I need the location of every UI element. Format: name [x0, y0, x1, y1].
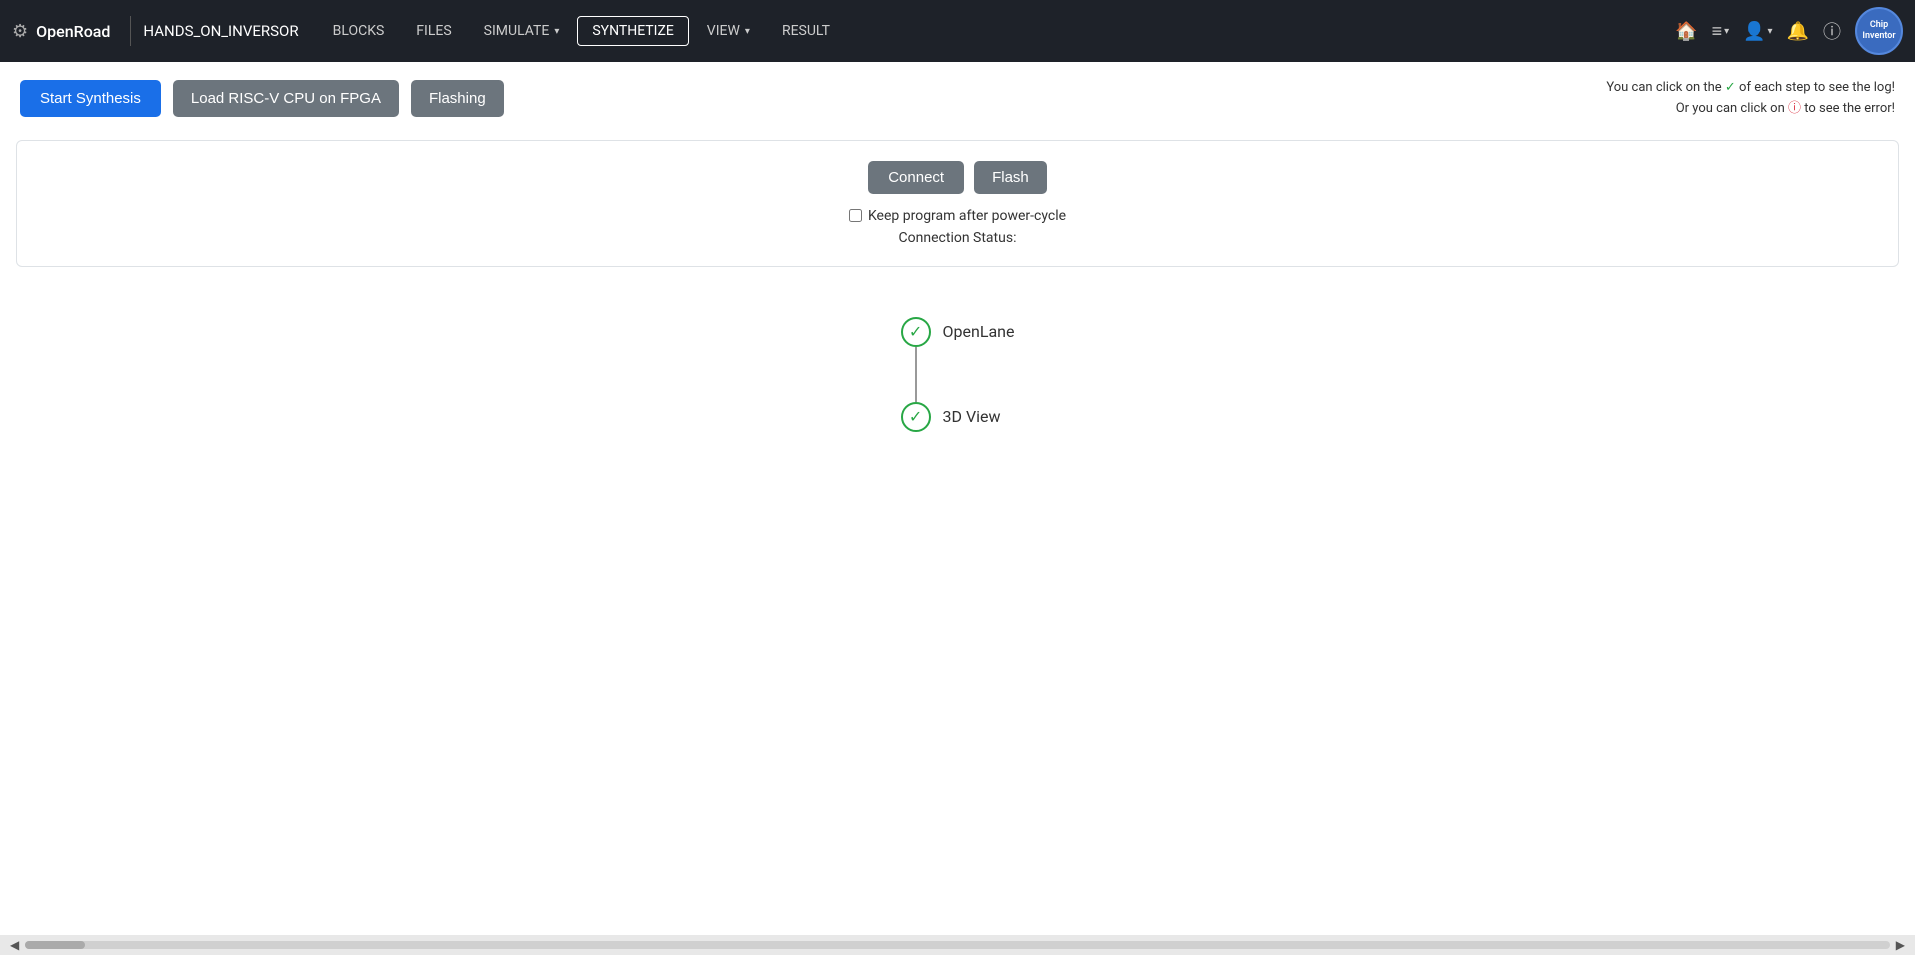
flash-options: Keep program after power-cycle Connectio… — [47, 208, 1868, 246]
hint-check-icon: ✓ — [1725, 80, 1736, 95]
menu-caret: ▾ — [1724, 26, 1729, 37]
scrollbar-thumb[interactable] — [25, 941, 85, 949]
project-name: HANDS_ON_INVERSOR — [143, 22, 298, 40]
nav-right: 🏠 ≡▾ 👤▾ 🔔 ⓘ Chip Inventor — [1675, 7, 1903, 55]
view-caret: ▾ — [745, 26, 750, 37]
user-caret: ▾ — [1768, 26, 1773, 37]
connection-status: Connection Status: — [899, 230, 1017, 246]
nav-view[interactable]: VIEW ▾ — [693, 17, 764, 45]
chip-inventor-logo[interactable]: Chip Inventor — [1855, 7, 1903, 55]
toolbar-hint: You can click on the ✓ of each step to s… — [1606, 78, 1895, 120]
flash-buttons: Connect Flash — [47, 161, 1868, 194]
scroll-left-arrow[interactable]: ◀ — [4, 936, 25, 954]
nav-blocks[interactable]: BLOCKS — [319, 17, 399, 45]
flashing-panel: Connect Flash Keep program after power-c… — [16, 140, 1899, 267]
step-3dview: ✓ 3D View — [901, 402, 1001, 432]
openlane-check-icon[interactable]: ✓ — [901, 317, 931, 347]
load-risc-button[interactable]: Load RISC-V CPU on FPGA — [173, 80, 399, 117]
bell-button[interactable]: 🔔 — [1787, 21, 1809, 42]
3dview-label: 3D View — [943, 407, 1001, 426]
flash-button[interactable]: Flash — [974, 161, 1047, 194]
flashing-button[interactable]: Flashing — [411, 80, 504, 117]
scrollbar-area: ◀ ▶ — [0, 935, 1915, 955]
brand-name: OpenRoad — [36, 22, 110, 41]
step-connector-1 — [915, 347, 917, 402]
simulate-caret: ▾ — [554, 26, 559, 37]
nav-files[interactable]: FILES — [402, 17, 465, 45]
nav-simulate[interactable]: SIMULATE ▾ — [470, 17, 574, 45]
menu-button[interactable]: ≡▾ — [1712, 21, 1730, 42]
hint-line2: Or you can click on ⓘ to see the error! — [1606, 99, 1895, 120]
openlane-label: OpenLane — [943, 322, 1015, 341]
pipeline-steps-wrapper: ✓ OpenLane ✓ 3D View — [901, 317, 1015, 432]
navbar: ⚙ OpenRoad HANDS_ON_INVERSOR BLOCKS FILE… — [0, 0, 1915, 62]
gear-icon[interactable]: ⚙ — [12, 21, 28, 42]
keep-program-label[interactable]: Keep program after power-cycle — [868, 208, 1066, 224]
scrollbar-track[interactable] — [25, 941, 1890, 949]
keep-program-row: Keep program after power-cycle — [849, 208, 1066, 224]
connect-button[interactable]: Connect — [868, 161, 964, 194]
nav-result[interactable]: RESULT — [768, 17, 844, 45]
pipeline-section: ✓ OpenLane ✓ 3D View — [0, 287, 1915, 472]
start-synthesis-button[interactable]: Start Synthesis — [20, 80, 161, 117]
hint-line1: You can click on the ✓ of each step to s… — [1606, 78, 1895, 99]
main-content: Start Synthesis Load RISC-V CPU on FPGA … — [0, 62, 1915, 935]
nav-divider — [130, 16, 131, 46]
3dview-check-icon[interactable]: ✓ — [901, 402, 931, 432]
keep-program-checkbox[interactable] — [849, 209, 862, 222]
scroll-right-arrow[interactable]: ▶ — [1890, 936, 1911, 954]
nav-links: BLOCKS FILES SIMULATE ▾ SYNTHETIZE VIEW … — [319, 16, 1676, 46]
toolbar-row: Start Synthesis Load RISC-V CPU on FPGA … — [0, 62, 1915, 136]
user-button[interactable]: 👤▾ — [1743, 21, 1772, 42]
hint-info-icon: ⓘ — [1788, 101, 1801, 116]
home-button[interactable]: 🏠 — [1675, 21, 1697, 42]
info-button[interactable]: ⓘ — [1823, 18, 1841, 44]
step-openlane: ✓ OpenLane — [901, 317, 1015, 347]
nav-synthetize[interactable]: SYNTHETIZE — [577, 16, 688, 46]
